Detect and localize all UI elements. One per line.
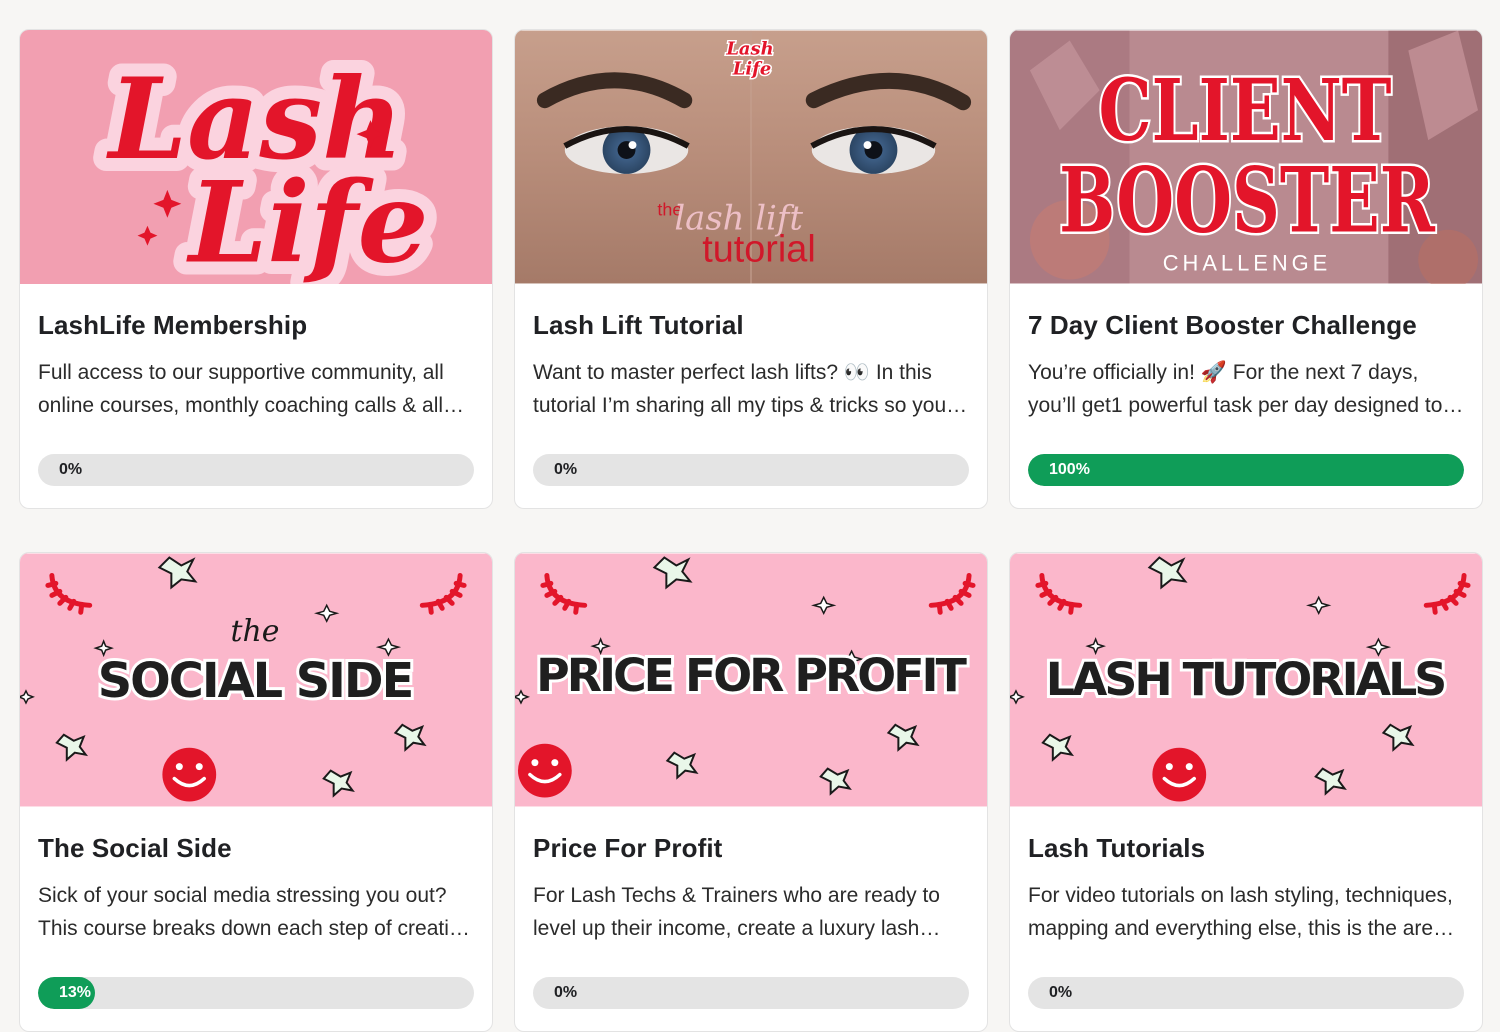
svg-text:tutorial: tutorial <box>702 229 816 271</box>
course-description: Want to master perfect lash lifts? 👀 In … <box>533 361 947 417</box>
course-title[interactable]: Price For Profit <box>533 831 969 865</box>
course-thumbnail: the SOCIAL SIDE <box>20 553 492 807</box>
social-side-banner: the SOCIAL SIDE <box>20 553 492 807</box>
course-title[interactable]: Lash Tutorials <box>1028 831 1464 865</box>
course-description: Full access to our supportive community,… <box>38 361 444 417</box>
progress-label: 13% <box>59 984 92 1001</box>
svg-text:Lash: Lash <box>725 38 773 59</box>
lashlife-logo: Lash Life Lash Life <box>20 30 492 284</box>
svg-text:BOOSTER: BOOSTER <box>1059 148 1435 254</box>
svg-text:the: the <box>231 614 280 649</box>
svg-text:CHALLENGE: CHALLENGE <box>1163 251 1331 276</box>
eyes-photo: Lash Life the lash lift tutorial <box>515 30 987 284</box>
course-description: For Lash Techs & Trainers who are ready … <box>533 884 940 940</box>
course-progress-bar: 0% <box>533 454 969 486</box>
course-card-social-side[interactable]: the SOCIAL SIDE The Social Side Sick of … <box>19 552 493 1032</box>
course-progress-bar: 13% <box>38 977 474 1009</box>
progress-fill <box>1028 454 1464 486</box>
course-progress-bar: 0% <box>1028 977 1464 1009</box>
course-thumbnail: CLIENT BOOSTER CHALLENGE <box>1010 30 1482 284</box>
course-card-lashlife-membership[interactable]: Lash Life Lash Life LashLife Membership … <box>19 29 493 509</box>
course-thumbnail: Lash Life Lash Life <box>20 30 492 284</box>
client-booster-banner: CLIENT BOOSTER CHALLENGE <box>1010 30 1482 284</box>
course-title[interactable]: 7 Day Client Booster Challenge <box>1028 308 1464 342</box>
svg-text:Life: Life <box>186 158 429 284</box>
course-title[interactable]: Lash Lift Tutorial <box>533 308 969 342</box>
course-thumbnail: Lash Life the lash lift tutorial <box>515 30 987 284</box>
course-description: You’re officially in! 🚀 For the next 7 d… <box>1028 361 1443 417</box>
lash-tutorials-banner: LASH TUTORIALS <box>1010 553 1482 807</box>
svg-text:Life: Life <box>732 58 772 79</box>
course-card-price-for-profit[interactable]: PRICE FOR PROFIT Price For Profit For La… <box>514 552 988 1032</box>
course-thumbnail: PRICE FOR PROFIT <box>515 553 987 807</box>
svg-text:CLIENT: CLIENT <box>1099 61 1392 161</box>
progress-label: 0% <box>554 461 578 478</box>
course-card-client-booster[interactable]: CLIENT BOOSTER CHALLENGE 7 Day Client Bo… <box>1009 29 1483 509</box>
progress-label: 0% <box>1049 984 1073 1001</box>
course-thumbnail: LASH TUTORIALS <box>1010 553 1482 807</box>
svg-text:LASH TUTORIALS: LASH TUTORIALS <box>1046 652 1445 706</box>
course-progress-bar: 0% <box>38 454 474 486</box>
course-card-lash-tutorials[interactable]: LASH TUTORIALS Lash Tutorials For video … <box>1009 552 1483 1032</box>
svg-text:PRICE FOR PROFIT: PRICE FOR PROFIT <box>536 648 966 702</box>
course-progress-bar: 0% <box>533 977 969 1009</box>
course-card-lash-lift-tutorial[interactable]: Lash Life the lash lift tutorial Lash Li… <box>514 29 988 509</box>
course-title[interactable]: LashLife Membership <box>38 308 474 342</box>
course-description: Sick of your social media stressing you … <box>38 884 473 940</box>
svg-text:SOCIAL SIDE: SOCIAL SIDE <box>98 654 413 709</box>
progress-label: 0% <box>59 461 83 478</box>
progress-label: 100% <box>1049 461 1090 478</box>
course-description: For video tutorials on lash styling, tec… <box>1028 884 1453 940</box>
course-progress-bar: 100% <box>1028 454 1464 486</box>
course-title[interactable]: The Social Side <box>38 831 474 865</box>
price-for-profit-banner: PRICE FOR PROFIT <box>515 553 987 807</box>
progress-label: 0% <box>554 984 578 1001</box>
